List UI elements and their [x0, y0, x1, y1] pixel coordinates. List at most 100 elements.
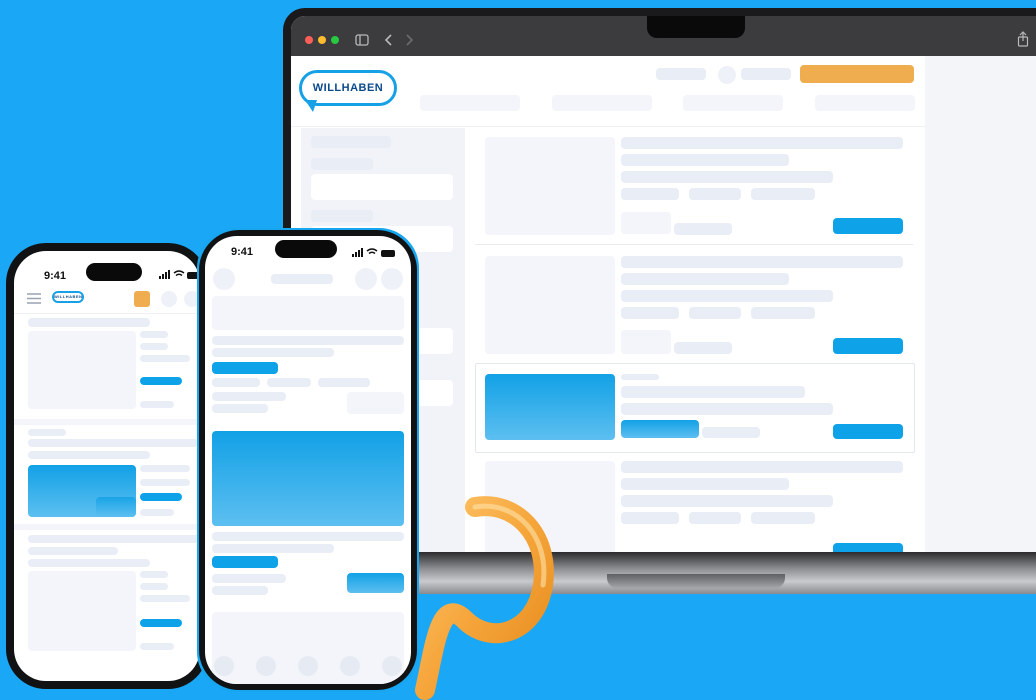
dynamic-island [86, 263, 142, 281]
listing-title-placeholder[interactable] [28, 439, 198, 447]
listing-thumb-placeholder [621, 330, 671, 354]
nav-tab-placeholder[interactable] [552, 95, 652, 111]
listing-text-placeholder [212, 544, 334, 553]
image-gallery-placeholder[interactable] [212, 296, 404, 330]
listing-text-placeholder [28, 451, 150, 459]
listing-text-placeholder [140, 465, 190, 472]
listing-action-button[interactable] [833, 338, 903, 354]
divider [475, 244, 913, 245]
price-badge [212, 362, 278, 374]
price-badge [212, 556, 278, 568]
listing-tag-placeholder [689, 512, 741, 524]
share-button-placeholder[interactable] [355, 268, 377, 290]
listing-title-placeholder [212, 336, 404, 345]
listing-tag-placeholder [689, 188, 741, 200]
listing-text-placeholder [140, 571, 168, 578]
filter-input-placeholder[interactable] [311, 174, 453, 200]
sidebar-icon[interactable] [355, 34, 369, 46]
listing-text-placeholder [140, 479, 190, 486]
listing-tag-placeholder [751, 188, 815, 200]
listing-title-placeholder[interactable] [621, 256, 903, 268]
listing-tag-placeholder [751, 307, 815, 319]
listing-image-placeholder[interactable] [28, 571, 136, 651]
nav-tab-placeholder[interactable] [420, 95, 520, 111]
listing-image-highlighted[interactable] [485, 374, 615, 440]
listing-title-placeholder[interactable] [28, 318, 150, 327]
back-arrow-icon[interactable] [384, 33, 394, 47]
forward-arrow-icon[interactable] [404, 33, 414, 47]
camera-notch [647, 16, 745, 38]
contact-button-placeholder[interactable] [347, 392, 404, 414]
listing-text-placeholder [28, 547, 118, 555]
listing-label-placeholder [28, 429, 66, 436]
listing-title-placeholder[interactable] [28, 535, 200, 543]
listing-text-placeholder [212, 574, 286, 583]
header-link-placeholder[interactable] [741, 68, 791, 80]
nav-tab-placeholder[interactable] [683, 95, 783, 111]
bottom-nav-item[interactable] [382, 656, 402, 676]
listing-image-placeholder[interactable] [485, 256, 615, 354]
close-window-icon[interactable] [305, 36, 313, 44]
listing-text-placeholder [140, 509, 174, 516]
header-link-placeholder[interactable] [656, 68, 706, 80]
listing-title-placeholder[interactable] [621, 461, 903, 473]
share-icon[interactable] [1017, 31, 1029, 47]
listing-text-placeholder [621, 403, 833, 415]
avatar-placeholder[interactable] [161, 291, 177, 307]
menu-icon[interactable] [27, 293, 41, 304]
listing-action-button[interactable] [140, 493, 182, 501]
listing-text-placeholder [212, 404, 268, 413]
maximize-window-icon[interactable] [331, 36, 339, 44]
listing-text-placeholder [140, 643, 174, 650]
listing-title-placeholder[interactable] [621, 137, 903, 149]
listing-action-button[interactable] [833, 424, 903, 439]
post-ad-button[interactable] [800, 65, 914, 83]
signal-icon [159, 270, 199, 279]
filter-label-placeholder [311, 136, 391, 148]
listing-text-placeholder [674, 223, 732, 235]
back-button-placeholder[interactable] [213, 268, 235, 290]
logo-tail [305, 100, 317, 112]
post-ad-button[interactable] [134, 291, 150, 307]
listing-action-button[interactable] [833, 218, 903, 234]
listing-text-placeholder [621, 495, 833, 507]
message-button[interactable] [347, 573, 404, 593]
listing-price-badge [96, 497, 136, 517]
listing-text-placeholder [702, 427, 760, 438]
filter-label-placeholder [311, 158, 373, 170]
favorite-button-placeholder[interactable] [381, 268, 403, 290]
bottom-nav-item[interactable] [214, 656, 234, 676]
nav-tab-placeholder[interactable] [815, 95, 915, 111]
tag-placeholder [212, 378, 260, 387]
listing-title-placeholder[interactable] [621, 386, 805, 398]
minimize-window-icon[interactable] [318, 36, 326, 44]
bottom-nav-item[interactable] [340, 656, 360, 676]
bottom-nav-item[interactable] [256, 656, 276, 676]
listing-text-placeholder [621, 171, 833, 183]
listing-action-button[interactable] [140, 619, 182, 627]
browser-toolbar [291, 16, 1036, 56]
status-time: 9:41 [231, 246, 254, 258]
status-time: 9:41 [44, 270, 67, 282]
listing-text-placeholder [212, 348, 334, 357]
listing-text-placeholder [621, 478, 789, 490]
decorative-swirl-icon [415, 496, 554, 700]
header-avatar-placeholder[interactable] [718, 66, 736, 84]
divider [14, 419, 200, 425]
hero-image[interactable] [212, 431, 404, 526]
listing-text-placeholder [140, 595, 190, 602]
laptop-opening-groove [607, 574, 785, 588]
listing-tag-placeholder [621, 512, 679, 524]
willhaben-logo[interactable]: WILLHABEN [52, 291, 84, 303]
tag-placeholder [267, 378, 311, 387]
listing-text-placeholder [621, 154, 789, 166]
page-title-placeholder [271, 274, 333, 284]
bottom-nav-item[interactable] [298, 656, 318, 676]
phone-right-screen: 9:41 [205, 236, 411, 684]
listing-text-placeholder [140, 331, 168, 338]
listing-action-button[interactable] [140, 377, 182, 385]
listing-title-placeholder [212, 532, 404, 541]
listing-price-badge[interactable] [621, 420, 699, 438]
listing-image-placeholder[interactable] [28, 331, 136, 409]
listing-image-placeholder[interactable] [485, 137, 615, 235]
